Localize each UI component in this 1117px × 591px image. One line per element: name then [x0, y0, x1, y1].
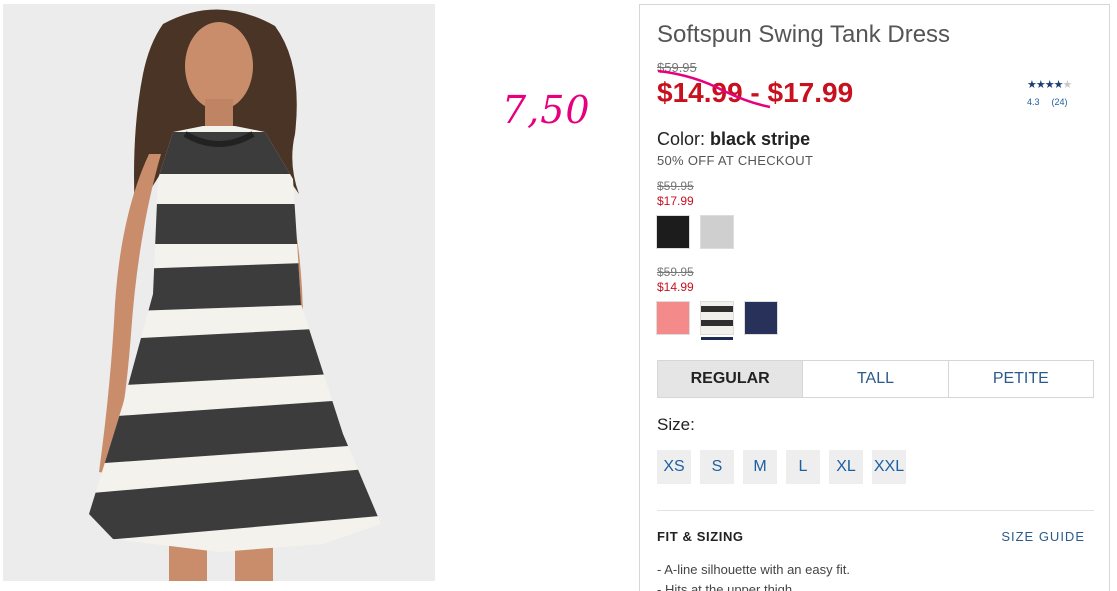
size-button-l[interactable]: L	[786, 450, 820, 484]
size-button-m[interactable]: M	[743, 450, 777, 484]
section-divider	[657, 510, 1094, 511]
size-button-xl[interactable]: XL	[829, 450, 863, 484]
review-count-link[interactable]: (24)	[1052, 97, 1068, 107]
color-label: Color:	[657, 129, 706, 149]
group-original-price: $59.95	[657, 179, 694, 193]
sale-price-range: $14.99 - $17.99	[657, 77, 854, 108]
rating-stars-icon: ★★★★★	[1027, 79, 1072, 91]
group-original-price: $59.95	[657, 265, 694, 279]
product-details-panel: Softspun Swing Tank Dress $59.95 $14.99 …	[639, 4, 1110, 591]
size-button-xs[interactable]: XS	[657, 450, 691, 484]
list-item: A-line silhouette with an easy fit.	[657, 560, 850, 580]
swatch-light-heather-grey[interactable]	[700, 215, 734, 249]
product-title: Softspun Swing Tank Dress	[657, 21, 951, 48]
size-button-xxl[interactable]: XXL	[872, 450, 906, 484]
swatch-black-stripe[interactable]	[700, 301, 734, 340]
fit-tabs: REGULAR TALL PETITE	[657, 360, 1094, 398]
group-sale-price: $17.99	[657, 194, 694, 208]
fit-sizing-heading: FIT & SIZING	[657, 529, 744, 544]
swatch-row-2	[656, 301, 778, 340]
list-item: Hits at the upper thigh.	[657, 580, 850, 591]
price-group-2: $59.95 $14.99	[657, 265, 694, 294]
price-group-1: $59.95 $17.99	[657, 179, 694, 208]
swatch-navy[interactable]	[744, 301, 778, 335]
swatch-black[interactable]	[656, 215, 690, 249]
size-guide-link[interactable]: SIZE GUIDE	[1001, 529, 1085, 544]
swatch-row-1	[656, 215, 734, 249]
color-value: black stripe	[710, 129, 811, 149]
fit-details-list: A-line silhouette with an easy fit. Hits…	[657, 560, 850, 591]
rating-value: 4.3	[1027, 97, 1040, 107]
swatch-coral-pink[interactable]	[656, 301, 690, 335]
handwritten-price-note: 7,50	[502, 88, 591, 132]
tab-regular[interactable]: REGULAR	[658, 361, 803, 397]
size-button-s[interactable]: S	[700, 450, 734, 484]
original-price: $59.95	[657, 60, 697, 75]
tab-tall[interactable]: TALL	[802, 361, 947, 397]
tab-petite[interactable]: PETITE	[947, 361, 1093, 397]
promo-message: 50% OFF AT CHECKOUT	[657, 153, 814, 168]
group-sale-price: $14.99	[657, 280, 694, 294]
size-selector: XS S M L XL XXL	[657, 450, 906, 484]
product-rating[interactable]: ★★★★★ 4.3 (24)	[1027, 78, 1087, 107]
model-illustration	[89, 9, 381, 581]
product-photo[interactable]	[3, 4, 435, 581]
size-label: Size:	[657, 415, 695, 434]
selected-color: Color: black stripe	[657, 129, 810, 150]
